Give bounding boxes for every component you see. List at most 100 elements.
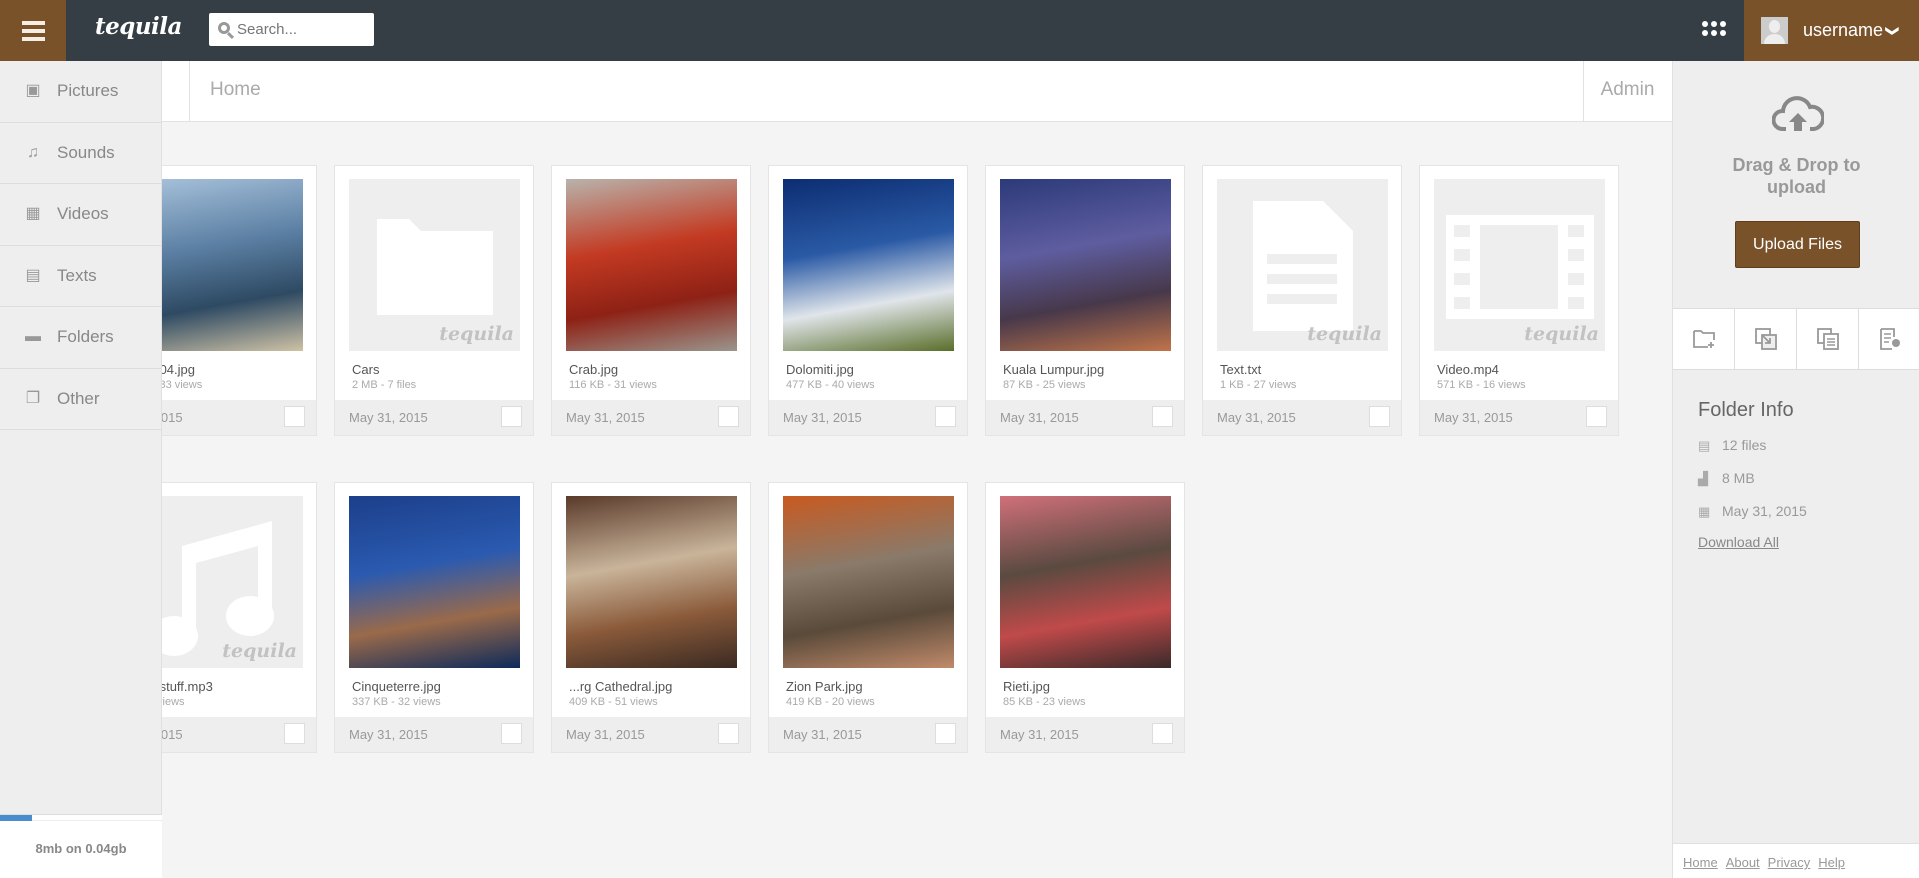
select-checkbox[interactable] — [284, 406, 305, 427]
file-date: May 31, 2015 — [1000, 410, 1079, 425]
select-checkbox[interactable] — [718, 406, 739, 427]
card-footer: May 31, 2015 — [769, 717, 967, 752]
select-checkbox[interactable] — [284, 723, 305, 744]
select-checkbox[interactable] — [1152, 406, 1173, 427]
storage-progress-bar — [0, 814, 162, 821]
card-footer: May 31, 2015 — [769, 400, 967, 435]
file-card[interactable]: tequila Video.mp4 571 KB - 16 views May 31,… — [1419, 165, 1619, 436]
folder-actions — [1673, 308, 1919, 370]
file-card[interactable]: Crab.jpg 116 KB - 31 views May 31, 2015 — [551, 165, 751, 436]
folder-date: ▦ May 31, 2015 — [1698, 503, 1807, 519]
file-card[interactable]: tequila Text.txt 1 KB - 27 views May 31, 20… — [1202, 165, 1402, 436]
file-name: Kuala Lumpur.jpg — [1003, 362, 1105, 377]
drag-drop-text: Drag & Drop to upload — [1732, 155, 1861, 197]
watermark: tequila — [439, 323, 514, 345]
folder-files-count: ▤ 12 files — [1698, 437, 1766, 453]
files-count-text: 12 files — [1722, 437, 1767, 453]
document-icon: ▤ — [25, 266, 41, 284]
card-footer: May 31, 2015 — [552, 717, 750, 752]
new-folder-button[interactable] — [1673, 309, 1735, 369]
sidebar-item-label: Other — [57, 388, 100, 408]
sidebar-item-other[interactable]: ❐ Other — [0, 369, 161, 430]
search-box[interactable] — [209, 13, 374, 46]
image-thumbnail — [1000, 496, 1171, 668]
move-icon — [1754, 328, 1777, 350]
apps-grid-icon[interactable] — [1702, 21, 1726, 36]
copy-button[interactable] — [1797, 309, 1859, 369]
image-thumbnail — [783, 179, 954, 351]
card-footer: May 31, 2015 — [1203, 400, 1401, 435]
sidebar-item-videos[interactable]: ▦ Videos — [0, 184, 161, 246]
select-checkbox[interactable] — [1152, 723, 1173, 744]
sidebar-item-pictures[interactable]: ▣ Pictures — [0, 61, 161, 123]
file-card[interactable]: tequila Cars 2 MB - 7 files May 31, 2015 — [334, 165, 534, 436]
file-date: May 31, 2015 — [566, 410, 645, 425]
footer-link-about[interactable]: About — [1726, 855, 1760, 870]
footer-link-help[interactable]: Help — [1818, 855, 1845, 870]
sidebar-item-label: Videos — [57, 204, 109, 224]
file-card[interactable]: Kuala Lumpur.jpg 87 KB - 25 views May 31, … — [985, 165, 1185, 436]
file-date: May 31, 2015 — [1434, 410, 1513, 425]
select-checkbox[interactable] — [935, 406, 956, 427]
avatar — [1761, 17, 1788, 44]
search-icon — [218, 22, 230, 34]
folder-icon: ▬ — [25, 328, 41, 346]
sidebar-item-sounds[interactable]: ♫ Sounds — [0, 123, 161, 184]
cloud-upload-icon — [1772, 96, 1824, 131]
folder-info-title: Folder Info — [1698, 399, 1794, 421]
select-checkbox[interactable] — [1369, 406, 1390, 427]
sidebar-item-texts[interactable]: ▤ Texts — [0, 246, 161, 307]
breadcrumb-home[interactable]: Home — [210, 79, 261, 101]
select-checkbox[interactable] — [1586, 406, 1607, 427]
chart-icon: ▟ — [1698, 470, 1708, 486]
card-footer: May 31, 2015 — [335, 400, 533, 435]
select-checkbox[interactable] — [718, 723, 739, 744]
file-date: May 31, 2015 — [349, 727, 428, 742]
card-footer: May 31, 2015 — [335, 717, 533, 752]
user-menu[interactable]: username ❯ — [1744, 0, 1919, 61]
footer-link-home[interactable]: Home — [1683, 855, 1718, 870]
file-card[interactable]: Zion Park.jpg 419 KB - 20 views May 31, 20… — [768, 482, 968, 753]
file-card[interactable]: ...rg Cathedral.jpg 409 KB - 51 views May … — [551, 482, 751, 753]
edit-document-icon — [1879, 328, 1900, 350]
file-name: Zion Park.jpg — [786, 679, 863, 694]
calendar-icon: ▦ — [1698, 503, 1711, 519]
file-name: Text.txt — [1220, 362, 1262, 377]
hamburger-menu-button[interactable] — [0, 0, 66, 61]
file-name: Cinqueterre.jpg — [352, 679, 441, 694]
select-checkbox[interactable] — [501, 723, 522, 744]
sidebar-item-label: Folders — [57, 327, 114, 347]
file-meta: 477 KB - 40 views — [786, 379, 875, 391]
download-all-link[interactable]: Download All — [1698, 534, 1779, 550]
admin-link[interactable]: Admin — [1583, 79, 1672, 101]
folder-placeholder-icon: tequila — [349, 179, 520, 351]
footer-link-privacy[interactable]: Privacy — [1768, 855, 1811, 870]
file-meta: 85 KB - 23 views — [1003, 696, 1086, 708]
folder-size: ▟ 8 MB — [1698, 470, 1755, 486]
image-thumbnail — [349, 496, 520, 668]
text-placeholder-icon: tequila — [1217, 179, 1388, 351]
card-footer: May 31, 2015 — [986, 400, 1184, 435]
file-card[interactable]: Dolomiti.jpg 477 KB - 40 views May 31, 201… — [768, 165, 968, 436]
username: username — [1803, 20, 1884, 40]
file-card[interactable]: Rieti.jpg 85 KB - 23 views May 31, 2015 — [985, 482, 1185, 753]
watermark: tequila — [222, 640, 297, 662]
file-date: May 31, 2015 — [783, 410, 862, 425]
storage-indicator: 8mb on 0.04gb — [0, 814, 162, 878]
move-button[interactable] — [1735, 309, 1797, 369]
search-input[interactable] — [237, 21, 367, 38]
watermark: tequila — [1524, 323, 1599, 345]
select-checkbox[interactable] — [935, 723, 956, 744]
card-footer: May 31, 2015 — [1420, 400, 1618, 435]
sidebar-item-folders[interactable]: ▬ Folders — [0, 307, 161, 369]
upload-files-button[interactable]: Upload Files — [1735, 221, 1860, 268]
image-thumbnail — [783, 496, 954, 668]
video-placeholder-icon: tequila — [1434, 179, 1605, 351]
edit-button[interactable] — [1859, 309, 1919, 369]
file-date: May 31, 2015 — [1217, 410, 1296, 425]
card-footer: May 31, 2015 — [552, 400, 750, 435]
top-bar: tequila username ❯ — [0, 0, 1919, 61]
card-footer: May 31, 2015 — [986, 717, 1184, 752]
select-checkbox[interactable] — [501, 406, 522, 427]
file-card[interactable]: Cinqueterre.jpg 337 KB - 32 views May 31, … — [334, 482, 534, 753]
